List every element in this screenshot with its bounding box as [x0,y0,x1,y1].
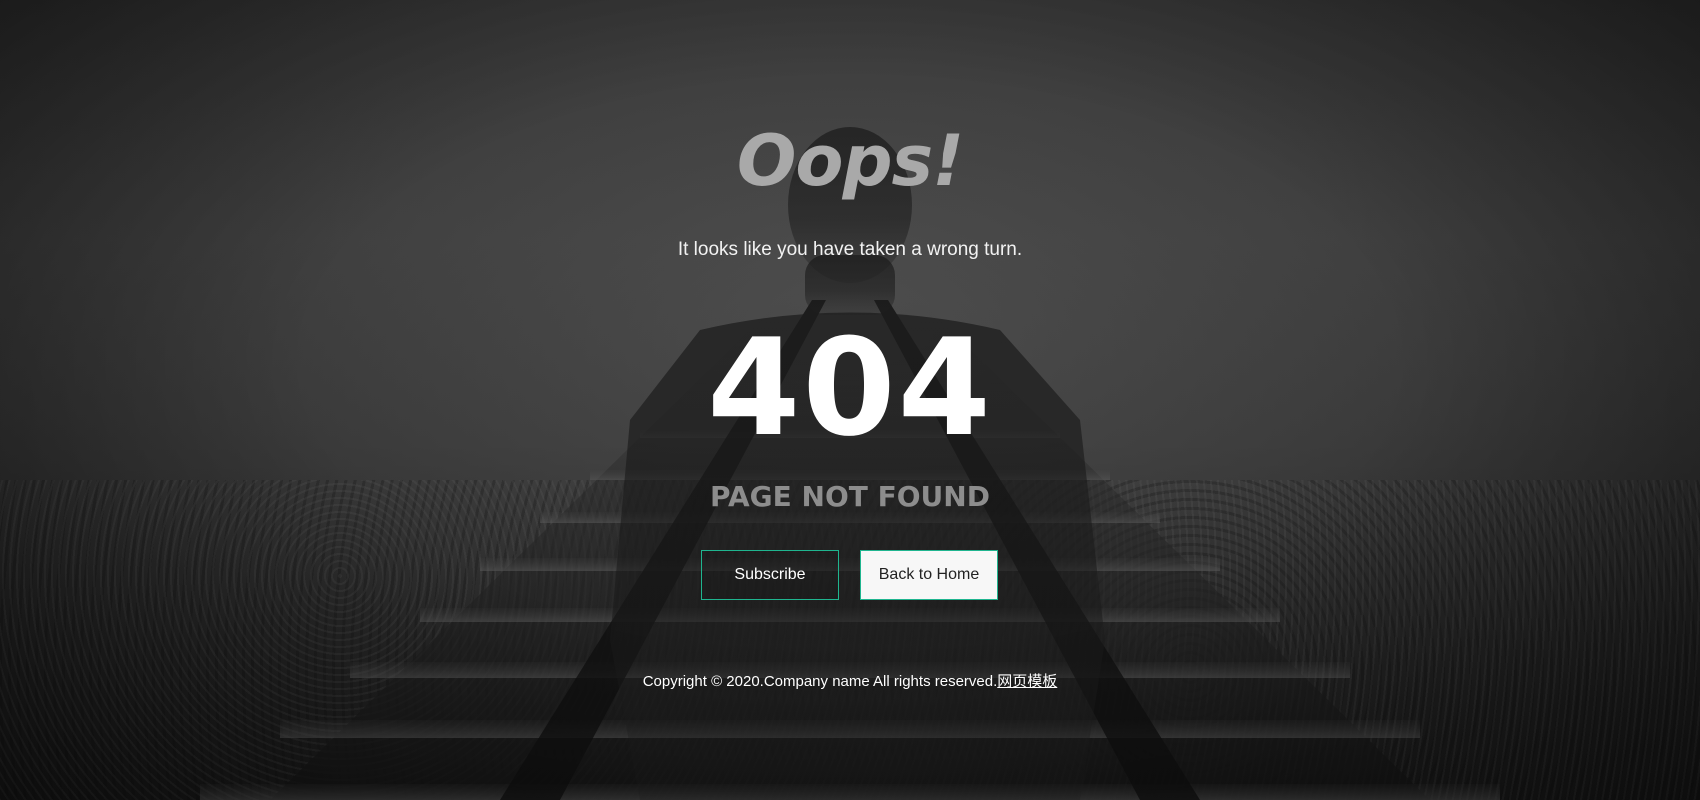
copyright-text: Copyright © 2020.Company name All rights… [642,673,998,690]
error-content: Oops! It looks like you have taken a wro… [0,0,1700,800]
oops-heading: Oops! [736,120,964,202]
subscribe-button[interactable]: Subscribe [701,550,839,600]
template-link[interactable]: 网页模板 [997,673,1057,690]
page-not-found-label: PAGE NOT FOUND [710,480,990,513]
wrong-turn-subtitle: It looks like you have taken a wrong tur… [677,239,1023,260]
footer-copyright: Copyright © 2020.Company name All rights… [0,672,1700,692]
back-to-home-button[interactable]: Back to Home [860,550,998,600]
error-code: 404 [707,310,993,466]
